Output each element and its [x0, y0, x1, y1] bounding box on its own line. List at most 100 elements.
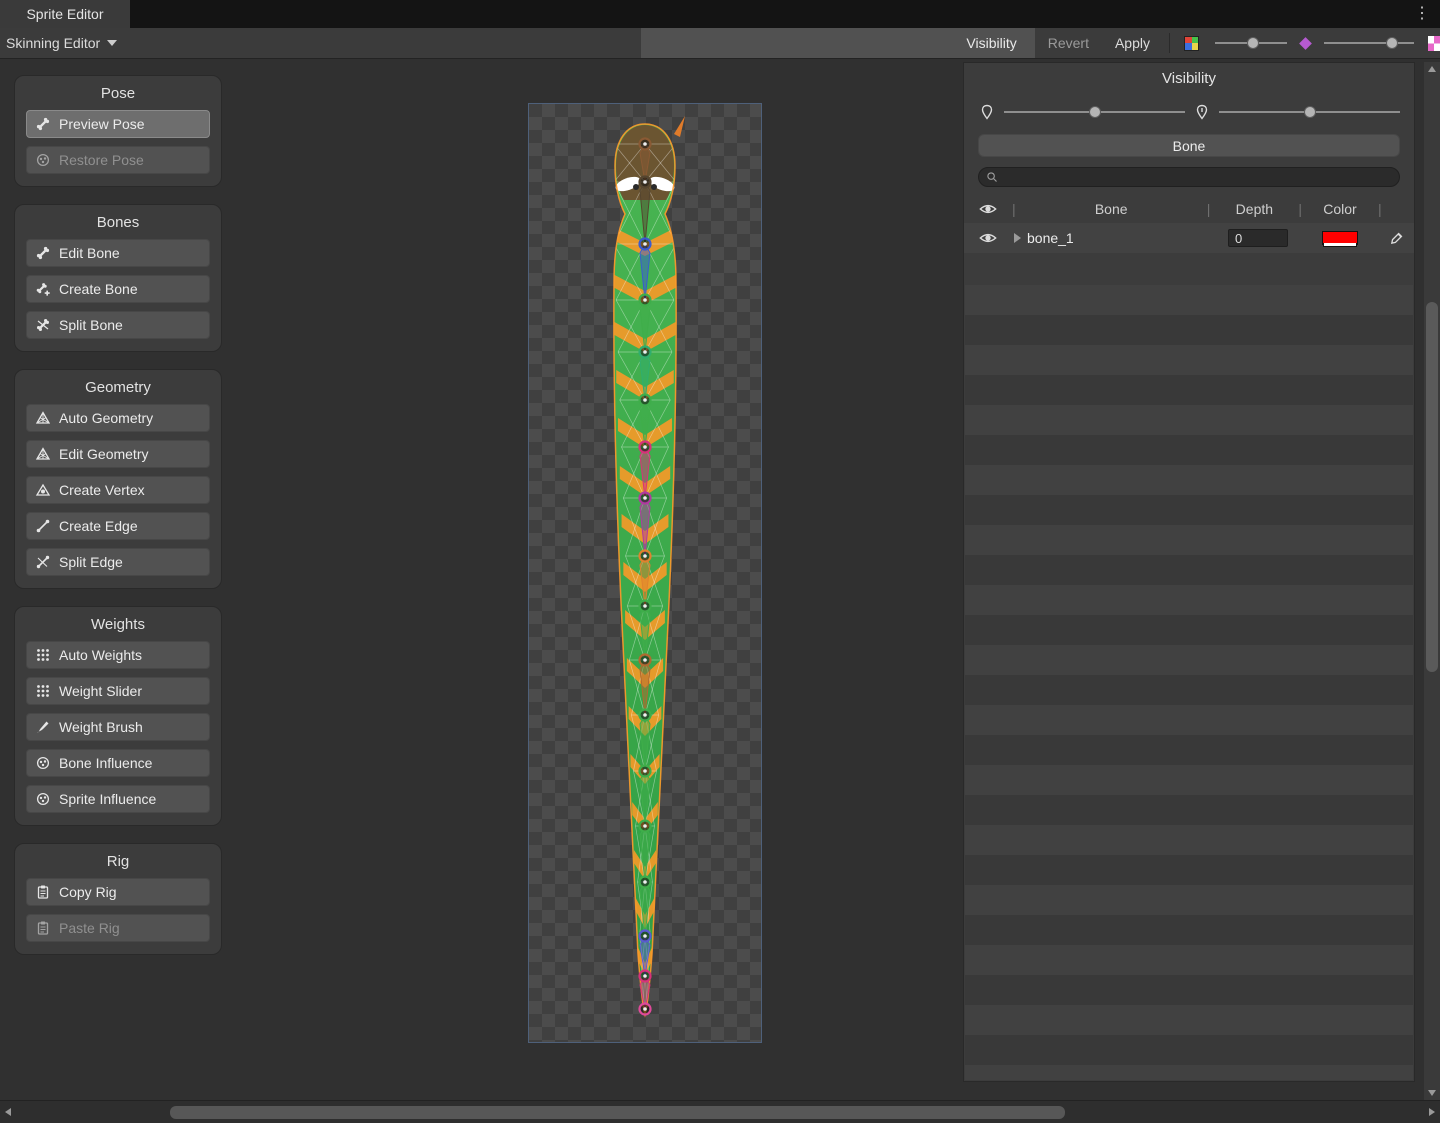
auto-geometry-label: Auto Geometry [59, 410, 153, 426]
slider-knob[interactable] [1304, 106, 1316, 118]
geometry-panel: Geometry Auto Geometry Edit Geometry Cre… [14, 369, 222, 589]
edit-geometry-button[interactable]: Edit Geometry [26, 440, 210, 468]
toolbar-divider [1169, 33, 1170, 53]
horizontal-scrollbar[interactable] [0, 1100, 1440, 1123]
bone-opacity-icon [978, 103, 996, 121]
bone-color-swatch[interactable] [1322, 231, 1358, 245]
pose-panel: Pose Preview Pose Restore Pose [14, 75, 222, 187]
paste-rig-icon [35, 920, 51, 936]
tab-sprite-editor-label: Sprite Editor [26, 6, 103, 22]
sprite-editor-window: Sprite Editor ⋮ Skinning Editor Visibili… [0, 0, 1440, 1123]
scroll-up-arrow[interactable] [1428, 66, 1436, 72]
skinning-toolbar: Skinning Editor Visibility Revert Apply [0, 28, 1440, 59]
create-bone-label: Create Bone [59, 281, 138, 297]
edit-geometry-label: Edit Geometry [59, 446, 148, 462]
weight-slider-button[interactable]: Weight Slider [26, 677, 210, 705]
edit-bone-button[interactable]: Edit Bone [26, 239, 210, 267]
slider-knob[interactable] [1386, 37, 1398, 49]
create-bone-button[interactable]: Create Bone [26, 275, 210, 303]
create-edge-button[interactable]: Create Edge [26, 512, 210, 540]
auto-weights-icon [35, 647, 51, 663]
create-vertex-button[interactable]: Create Vertex [26, 476, 210, 504]
split-bone-icon [35, 317, 51, 333]
editor-mode-label: Skinning Editor [6, 35, 100, 51]
scroll-left-arrow[interactable] [5, 1108, 11, 1116]
bone-table-header: | Bone | Depth | Color | [964, 197, 1414, 221]
weight-slider-label: Weight Slider [59, 683, 142, 699]
bone-visibility-toggle[interactable] [964, 229, 1012, 247]
split-edge-label: Split Edge [59, 554, 123, 570]
mesh-opacity-slider[interactable] [1324, 35, 1414, 51]
bone-search-input[interactable] [1003, 170, 1392, 185]
auto-weights-button[interactable]: Auto Weights [26, 641, 210, 669]
bone-tab[interactable]: Bone [978, 134, 1400, 157]
weight-brush-label: Weight Brush [59, 719, 143, 735]
scroll-down-arrow[interactable] [1428, 1090, 1436, 1096]
split-edge-button[interactable]: Split Edge [26, 548, 210, 576]
chevron-down-icon [107, 40, 117, 46]
visibility-panel: Visibility Bone | Bone [963, 62, 1415, 1082]
expand-caret-icon[interactable] [1014, 233, 1021, 243]
bone-opacity-slider[interactable] [1004, 104, 1185, 120]
rig-panel: Rig Copy Rig Paste Rig [14, 843, 222, 955]
vertical-scroll-thumb[interactable] [1426, 302, 1438, 672]
editor-mode-dropdown[interactable]: Skinning Editor [0, 28, 127, 58]
preview-pose-icon [35, 116, 51, 132]
mesh-visibility-slider[interactable] [1219, 104, 1400, 120]
vertical-scrollbar[interactable] [1424, 62, 1440, 1100]
paste-rig-button[interactable]: Paste Rig [26, 914, 210, 942]
weights-panel: Weights Auto Weights Weight Slider Weigh… [14, 606, 222, 826]
bone-row[interactable]: bone_1 [964, 223, 1414, 253]
eyedropper-icon[interactable] [1378, 231, 1414, 246]
create-bone-icon [35, 281, 51, 297]
preview-pose-label: Preview Pose [59, 116, 145, 132]
slider-track [1324, 42, 1414, 44]
horizontal-scroll-thumb[interactable] [170, 1106, 1065, 1119]
bone-influence-button[interactable]: Bone Influence [26, 749, 210, 777]
sprite-canvas[interactable] [528, 103, 762, 1043]
apply-button[interactable]: Apply [1102, 28, 1163, 58]
sprite-opacity-slider[interactable] [1215, 35, 1287, 51]
eye-icon [659, 0, 959, 118]
overflow-menu-button[interactable]: ⋮ [1414, 3, 1430, 23]
restore-pose-button[interactable]: Restore Pose [26, 146, 210, 174]
restore-pose-label: Restore Pose [59, 152, 144, 168]
edit-geometry-icon [35, 446, 51, 462]
mesh-color-icon[interactable] [1299, 37, 1312, 50]
bone-search-field[interactable] [978, 167, 1400, 187]
sprite-influence-button[interactable]: Sprite Influence [26, 785, 210, 813]
visibility-column-eye-icon [979, 200, 997, 218]
create-edge-label: Create Edge [59, 518, 138, 534]
weights-panel-title: Weights [26, 616, 210, 633]
visibility-toggle-button[interactable]: Visibility [641, 28, 1034, 58]
color-column-header: Color [1302, 201, 1378, 217]
color-grid-icon[interactable] [1184, 36, 1199, 51]
auto-geometry-button[interactable]: Auto Geometry [26, 404, 210, 432]
create-vertex-label: Create Vertex [59, 482, 145, 498]
visibility-panel-title: Visibility [964, 63, 1414, 87]
create-edge-icon [35, 518, 51, 534]
slider-knob[interactable] [1247, 37, 1259, 49]
texture-preview-icon[interactable] [1428, 36, 1440, 51]
restore-pose-icon [35, 152, 51, 168]
sprite-influence-icon [35, 791, 51, 807]
scroll-right-arrow[interactable] [1429, 1108, 1435, 1116]
tab-sprite-editor[interactable]: Sprite Editor [0, 0, 130, 28]
depth-input[interactable] [1228, 229, 1288, 247]
split-bone-label: Split Bone [59, 317, 123, 333]
split-bone-button[interactable]: Split Bone [26, 311, 210, 339]
search-icon [986, 171, 998, 183]
header-divider: | [1378, 201, 1414, 217]
bones-panel-title: Bones [26, 214, 210, 231]
preview-pose-button[interactable]: Preview Pose [26, 110, 210, 138]
bone-name: bone_1 [1027, 230, 1074, 246]
bones-panel: Bones Edit Bone Create Bone Split Bone [14, 204, 222, 352]
copy-rig-button[interactable]: Copy Rig [26, 878, 210, 906]
mesh-visibility-icon [1193, 103, 1211, 121]
visibility-sliders-row [978, 103, 1400, 121]
weight-brush-button[interactable]: Weight Brush [26, 713, 210, 741]
slider-knob[interactable] [1089, 106, 1101, 118]
edit-bone-icon [35, 245, 51, 261]
revert-button[interactable]: Revert [1035, 28, 1102, 58]
weight-brush-icon [35, 719, 51, 735]
